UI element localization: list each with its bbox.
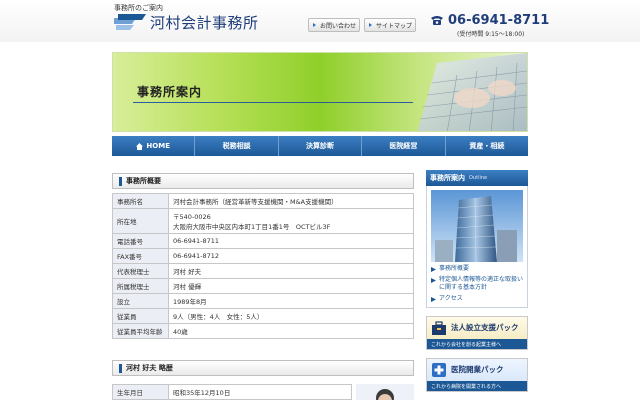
row-key: 従業員平均年齢 — [112, 323, 169, 339]
banner-title: 事務所案内 — [137, 85, 203, 99]
heading-bar — [119, 176, 122, 186]
bio-heading: 河村 好夫 略歴 — [112, 360, 414, 376]
row-key: FAX番号 — [112, 248, 169, 264]
header: 事務所のご案内 河村会計事務所 お問い合わせ サイトマップ 06-6941-87… — [0, 0, 640, 42]
sidebar-link-label: 特定個人情報等の適正な取扱いに関する基本方針 — [439, 276, 524, 291]
arrow-right-icon — [431, 278, 436, 283]
business-hours: (受付時間 9:15〜18:00) — [457, 31, 525, 38]
bio-table: 生年月日 昭和35年12月10日 — [112, 384, 352, 400]
row-key: 所属税理士 — [112, 278, 169, 294]
table-row: FAX番号 06-6941-8712 — [112, 248, 414, 264]
sidebar-link-overview[interactable]: 事務所概要 — [431, 265, 523, 273]
overview-heading: 事務所概要 — [112, 173, 414, 189]
office-building-photo — [431, 190, 523, 262]
arrow-right-icon — [431, 267, 436, 272]
sidebar: 事務所案内 Outline 事務所概要 特定個人情報等の適正な取扱いに関する基本… — [426, 170, 528, 392]
promo-subtitle: これから会社を創る起業主様へ — [427, 339, 527, 349]
phone-text: 06-6941-8711 — [448, 13, 550, 28]
promo-title: 医院開業パック — [451, 365, 504, 374]
main-nav: HOME 税務相談 決算診断 医院経営 資産・相続 — [112, 136, 528, 156]
row-value: 〒540-0026 大阪府大阪市中央区内本町1丁目1番1号 OCTビル3F — [168, 208, 414, 234]
row-value: 河村会計事務所（経営革新等支援機関・M&A支援機関） — [168, 193, 414, 209]
row-key: 代表税理士 — [112, 263, 169, 279]
table-row: 従業員平均年齢 40歳 — [112, 323, 414, 339]
row-value: 06-6941-8712 — [168, 248, 414, 264]
medical-cross-icon — [432, 363, 446, 377]
table-row: 代表税理士 河村 好夫 — [112, 263, 414, 279]
sidebar-link-label: アクセス — [439, 295, 463, 302]
nav-assets-inheritance[interactable]: 資産・相続 — [446, 136, 528, 156]
contact-button[interactable]: お問い合わせ — [308, 18, 360, 32]
page-banner: 事務所案内 — [112, 52, 528, 132]
sidebar-heading: 事務所案内 Outline — [426, 170, 528, 186]
sidebar-title: 事務所案内 — [430, 174, 465, 182]
sidebar-body: 事務所概要 特定個人情報等の適正な取扱いに関する基本方針 アクセス — [426, 186, 528, 308]
nav-tax-consulting[interactable]: 税務相談 — [195, 136, 279, 156]
promo-subtitle: これから病院を開業される方へ — [427, 381, 527, 391]
nav-home-label: HOME — [146, 142, 170, 150]
row-key: 設立 — [112, 293, 169, 309]
promo-title: 法人設立支援パック — [451, 323, 519, 332]
sitemap-label: サイトマップ — [376, 22, 413, 30]
table-row: 生年月日 昭和35年12月10日 — [112, 384, 352, 400]
table-row: 所在地 〒540-0026 大阪府大阪市中央区内本町1丁目1番1号 OCTビル3… — [112, 208, 414, 234]
sidebar-link-access[interactable]: アクセス — [431, 295, 523, 303]
table-row: 電話番号 06-6941-8711 — [112, 233, 414, 249]
sitemap-button[interactable]: サイトマップ — [364, 18, 416, 32]
row-value: 昭和35年12月10日 — [168, 384, 352, 400]
phone-number: 06-6941-8711 — [430, 13, 549, 28]
representative-photo — [356, 384, 414, 400]
row-value: 40歳 — [168, 323, 414, 339]
table-row: 従業員 9人（男性：4人 女性：5人） — [112, 308, 414, 324]
arrow-right-icon — [369, 23, 372, 27]
nav-clinic-management[interactable]: 医院経営 — [362, 136, 446, 156]
row-key: 従業員 — [112, 308, 169, 324]
briefcase-icon — [432, 321, 446, 335]
row-key: 事務所名 — [112, 193, 169, 209]
sidebar-link-privacy-policy[interactable]: 特定個人情報等の適正な取扱いに関する基本方針 — [431, 276, 523, 292]
firm-logo-icon[interactable] — [114, 14, 146, 30]
home-icon — [136, 142, 144, 150]
row-key: 電話番号 — [112, 233, 169, 249]
arrow-right-icon — [313, 23, 316, 27]
address: 大阪府大阪市中央区内本町1丁目1番1号 OCTビル3F — [173, 223, 331, 231]
firm-name[interactable]: 河村会計事務所 — [150, 12, 259, 33]
arrow-right-icon — [431, 297, 436, 302]
row-key: 所在地 — [112, 208, 169, 234]
sidebar-subtitle: Outline — [469, 175, 488, 181]
table-row: 設立 1989年8月 — [112, 293, 414, 309]
bio-heading-text: 河村 好夫 略歴 — [126, 364, 173, 372]
overview-table: 事務所名 河村会計事務所（経営革新等支援機関・M&A支援機関） 所在地 〒540… — [112, 193, 414, 339]
row-value: 河村 優輝 — [168, 278, 414, 294]
contact-label: お問い合わせ — [320, 22, 357, 30]
keyboard-photo — [417, 53, 527, 131]
table-row: 事務所名 河村会計事務所（経営革新等支援機関・M&A支援機関） — [112, 193, 414, 209]
row-key: 生年月日 — [112, 384, 169, 400]
row-value: 06-6941-8711 — [168, 233, 414, 249]
phone-icon — [431, 16, 443, 25]
row-value: 1989年8月 — [168, 293, 414, 309]
heading-bar — [119, 363, 122, 373]
nav-settlement-diagnosis[interactable]: 決算診断 — [279, 136, 363, 156]
company-setup-pack-banner[interactable]: 法人設立支援パック これから会社を創る起業主様へ — [426, 316, 528, 350]
row-value: 河村 好夫 — [168, 263, 414, 279]
nav-home[interactable]: HOME — [112, 136, 196, 156]
postal-code: 〒540-0026 — [173, 213, 211, 221]
overview-heading-text: 事務所概要 — [126, 177, 161, 185]
clinic-opening-pack-banner[interactable]: 医院開業パック これから病院を開業される方へ — [426, 358, 528, 392]
sidebar-link-label: 事務所概要 — [439, 265, 470, 272]
banner-divider — [133, 102, 413, 103]
table-row: 所属税理士 河村 優輝 — [112, 278, 414, 294]
row-value: 9人（男性：4人 女性：5人） — [168, 308, 414, 324]
